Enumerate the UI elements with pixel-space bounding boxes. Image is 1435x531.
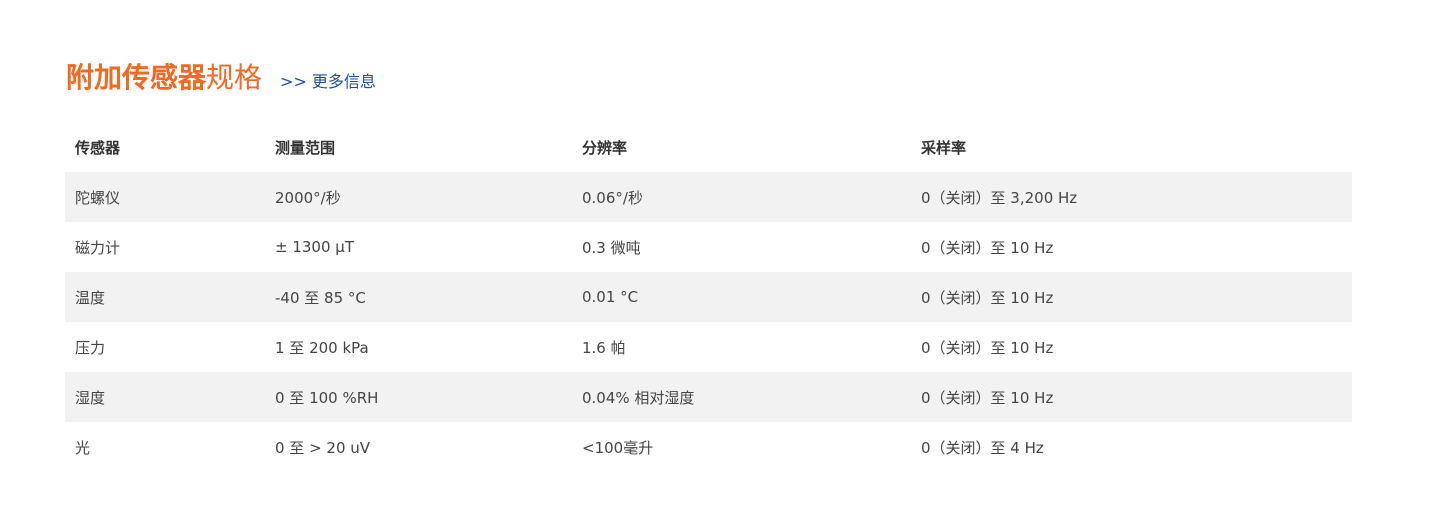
cell-range: 0 至 100 %RH [265, 372, 572, 422]
column-header-sample-rate: 采样率 [921, 138, 967, 157]
cell-resolution: 0.3 微吨 [582, 238, 641, 257]
cell-sensor: 磁力计 [75, 238, 121, 257]
cell-resolution: <100毫升 [582, 438, 654, 457]
table-row: 陀螺仪 2000°/秒 0.06°/秒 0（关闭）至 3,200 Hz [65, 172, 1352, 222]
cell-sensor: 温度 [65, 272, 265, 322]
more-info-link[interactable]: >> 更多信息 [280, 68, 376, 92]
table-row: 压力 1 至 200 kPa 1.6 帕 0（关闭）至 10 Hz [65, 322, 1352, 372]
cell-sensor: 陀螺仪 [65, 172, 265, 222]
cell-resolution: 0.06°/秒 [572, 172, 911, 222]
table-row: 湿度 0 至 100 %RH 0.04% 相对湿度 0（关闭）至 10 Hz [65, 372, 1352, 422]
column-header-resolution: 分辨率 [582, 138, 628, 157]
cell-range: -40 至 85 °C [265, 272, 572, 322]
column-header-range: 测量范围 [275, 138, 336, 157]
cell-sample-rate: 0（关闭）至 10 Hz [921, 338, 1054, 357]
cell-sample-rate: 0（关闭）至 3,200 Hz [911, 172, 1352, 222]
cell-range: 2000°/秒 [265, 172, 572, 222]
cell-sample-rate: 0（关闭）至 10 Hz [921, 238, 1054, 257]
sensor-spec-table: 传感器 测量范围 分辨率 采样率 陀螺仪 2000°/秒 0.06°/秒 0（关… [65, 122, 1352, 472]
cell-resolution: 1.6 帕 [582, 338, 626, 357]
cell-range: 1 至 200 kPa [275, 338, 369, 357]
column-header-sensor: 传感器 [75, 138, 121, 157]
section-header: 附加传感器 规格 >> 更多信息 [66, 56, 376, 96]
cell-range: ± 1300 µT [275, 238, 354, 256]
cell-resolution: 0.01 °C [572, 272, 911, 322]
cell-resolution: 0.04% 相对湿度 [572, 372, 911, 422]
cell-sample-rate: 0（关闭）至 10 Hz [911, 372, 1352, 422]
table-row: 光 0 至 > 20 uV <100毫升 0（关闭）至 4 Hz [65, 422, 1352, 472]
section-title-bold: 附加传感器 [66, 61, 207, 94]
cell-sensor: 光 [75, 438, 91, 457]
cell-sample-rate: 0（关闭）至 4 Hz [921, 438, 1044, 457]
cell-sensor: 压力 [75, 338, 106, 357]
cell-range: 0 至 > 20 uV [275, 438, 371, 457]
section-title-light: 规格 [206, 61, 263, 94]
cell-sensor: 湿度 [65, 372, 265, 422]
cell-sample-rate: 0（关闭）至 10 Hz [911, 272, 1352, 322]
table-row: 磁力计 ± 1300 µT 0.3 微吨 0（关闭）至 10 Hz [65, 222, 1352, 272]
table-header-row: 传感器 测量范围 分辨率 采样率 [65, 122, 1352, 172]
table-row: 温度 -40 至 85 °C 0.01 °C 0（关闭）至 10 Hz [65, 272, 1352, 322]
